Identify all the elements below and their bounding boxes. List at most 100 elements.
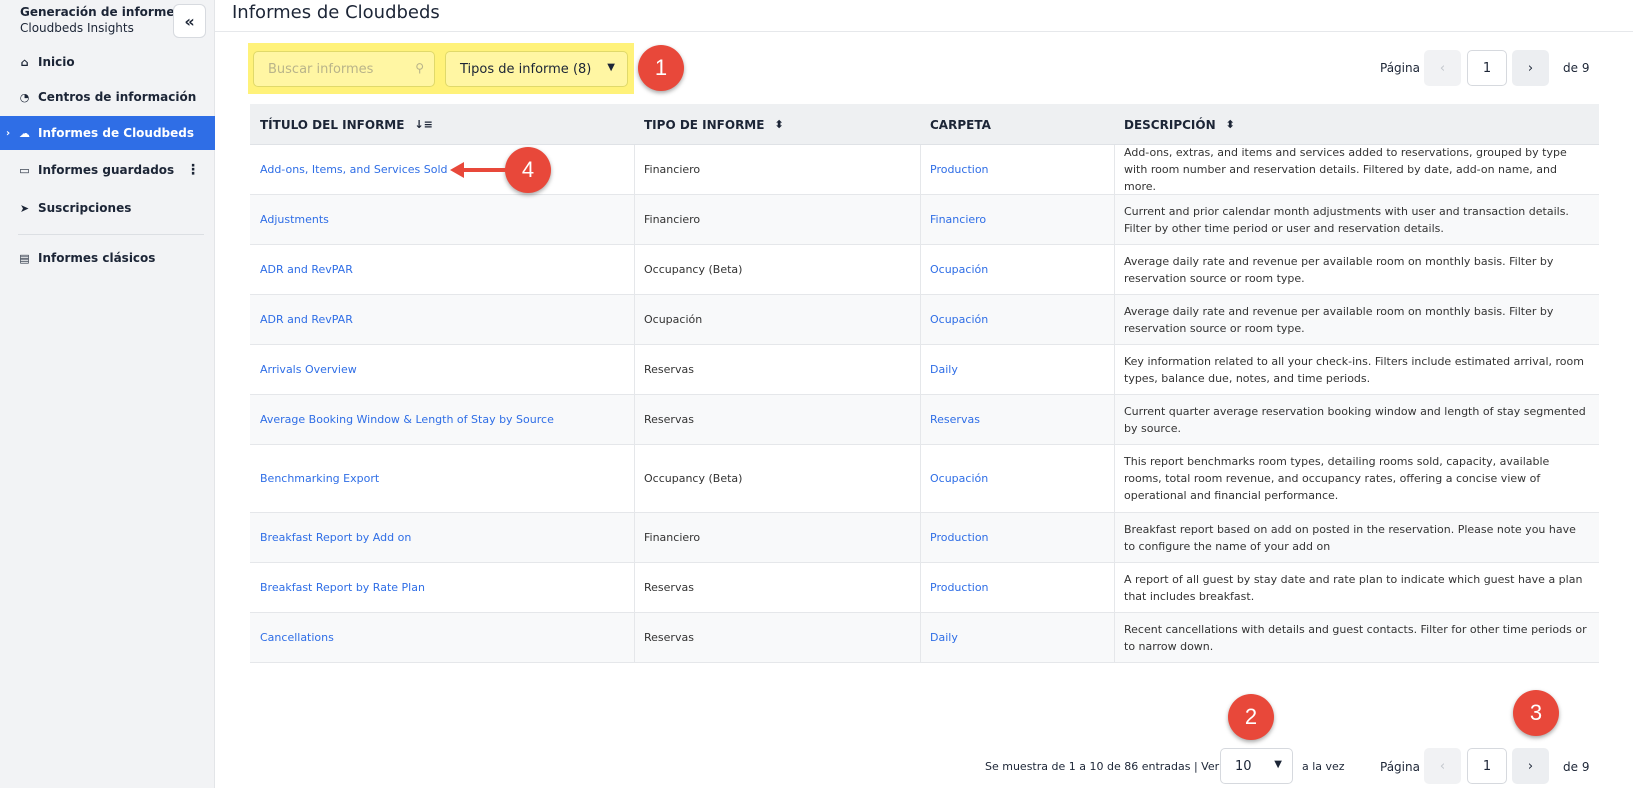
- search-input[interactable]: Buscar informes ⚲: [253, 51, 435, 87]
- report-types-dropdown[interactable]: Tipos de informe (8) ▼: [445, 51, 628, 87]
- search-icon: ⚲: [415, 61, 424, 75]
- report-title-link[interactable]: Cancellations: [250, 613, 634, 662]
- report-description: Average daily rate and revenue per avail…: [1124, 304, 1554, 335]
- kebab-menu-icon[interactable]: ⋮: [186, 162, 200, 178]
- sidebar-item-clasicos[interactable]: ▤ Informes clásicos: [0, 241, 215, 275]
- report-title-link[interactable]: Add-ons, Items, and Services Sold: [250, 145, 634, 194]
- sort-descending-icon[interactable]: ↓≡: [414, 118, 432, 131]
- column-header-title[interactable]: TÍTULO DEL INFORME ↓≡: [250, 104, 634, 145]
- entries-summary: Se muestra de 1 a 10 de 86 entradas | Ve…: [985, 760, 1220, 773]
- search-placeholder: Buscar informes: [268, 61, 374, 77]
- prev-page-button[interactable]: ‹: [1424, 748, 1461, 784]
- report-folder-link[interactable]: Reservas: [920, 395, 1114, 444]
- report-description: Current quarter average reservation book…: [1124, 404, 1586, 435]
- table-row[interactable]: Benchmarking Export Occupancy (Beta) Ocupa…: [250, 445, 1599, 513]
- report-folder-link[interactable]: Ocupación: [920, 245, 1114, 294]
- page-label: Página: [1380, 760, 1420, 774]
- report-type: Reservas: [644, 413, 694, 426]
- chevron-right-icon: ›: [1527, 758, 1534, 774]
- report-folder-link[interactable]: Production: [920, 513, 1114, 562]
- sidebar-item-suscripciones[interactable]: ➤ Suscripciones: [0, 191, 215, 225]
- sidebar-item-centros[interactable]: ◔ Centros de información: [0, 80, 215, 114]
- chevron-down-icon: ▼: [1274, 759, 1282, 770]
- column-header-type[interactable]: TIPO DE INFORME ⬍: [634, 104, 920, 145]
- dashboard-icon: ◔: [19, 90, 30, 104]
- sidebar-item-guardados[interactable]: ▭ Informes guardados ⋮: [0, 153, 215, 187]
- prev-page-button[interactable]: ‹: [1424, 50, 1461, 86]
- next-page-button[interactable]: ›: [1512, 748, 1549, 784]
- report-title-link[interactable]: Average Booking Window & Length of Stay …: [250, 395, 634, 444]
- sort-icon[interactable]: ⬍: [1226, 118, 1235, 131]
- collapse-sidebar-button[interactable]: «: [173, 4, 206, 38]
- report-folder-link[interactable]: Production: [920, 563, 1114, 612]
- table-row[interactable]: ADR and RevPAR Occupancy (Beta) Ocupación A…: [250, 245, 1599, 295]
- marker-3: 3: [1513, 690, 1559, 736]
- cloud-icon: ☁: [19, 126, 30, 140]
- report-folder-link[interactable]: Production: [920, 145, 1114, 194]
- total-pages-label: de 9: [1563, 760, 1590, 774]
- table-row[interactable]: Average Booking Window & Length of Stay …: [250, 395, 1599, 445]
- table-row[interactable]: Arrivals Overview Reservas Daily Key inform…: [250, 345, 1599, 395]
- page-number-input[interactable]: 1: [1467, 748, 1507, 784]
- report-description: This report benchmarks room types, detai…: [1124, 455, 1550, 502]
- report-folder-link[interactable]: Ocupación: [920, 445, 1114, 512]
- home-icon: ⌂: [20, 55, 29, 69]
- report-type: Reservas: [644, 631, 694, 644]
- reports-table: TÍTULO DEL INFORME ↓≡ TIPO DE INFORME ⬍ …: [250, 104, 1599, 663]
- arrow-left-icon: [450, 162, 508, 178]
- table-row[interactable]: Adjustments Financiero Financiero Current a…: [250, 195, 1599, 245]
- report-type: Financiero: [644, 531, 701, 544]
- report-title-link[interactable]: Breakfast Report by Rate Plan: [250, 563, 634, 612]
- archive-icon: ▤: [19, 251, 30, 265]
- per-page-value: 10: [1235, 758, 1252, 774]
- table-row[interactable]: Breakfast Report by Rate Plan Reservas Pro…: [250, 563, 1599, 613]
- sidebar: Generación de informes Cloudbeds Insight…: [0, 0, 215, 788]
- table-row[interactable]: Cancellations Reservas Daily Recent cancell…: [250, 613, 1599, 663]
- table-row[interactable]: ADR and RevPAR Ocupación Ocupación Average …: [250, 295, 1599, 345]
- sidebar-item-label: Informes guardados: [38, 163, 175, 177]
- sidebar-item-inicio[interactable]: ⌂ Inicio: [0, 45, 215, 79]
- total-pages-label: de 9: [1563, 61, 1590, 75]
- chevron-down-icon: ▼: [607, 62, 615, 73]
- report-folder-link[interactable]: Daily: [920, 613, 1114, 662]
- report-title-link[interactable]: ADR and RevPAR: [250, 295, 634, 344]
- marker-4: 4: [505, 147, 551, 193]
- report-type: Ocupación: [644, 313, 703, 326]
- report-type: Reservas: [644, 363, 694, 376]
- report-title-link[interactable]: Arrivals Overview: [250, 345, 634, 394]
- report-title-link[interactable]: Breakfast Report by Add on: [250, 513, 634, 562]
- sidebar-item-label: Inicio: [38, 55, 75, 69]
- per-page-suffix: a la vez: [1302, 760, 1345, 773]
- report-description: Recent cancellations with details and gu…: [1124, 622, 1587, 653]
- app-window: Generación de informes Cloudbeds Insight…: [0, 0, 1633, 788]
- report-types-label: Tipos de informe (8): [460, 61, 592, 77]
- sidebar-header: Generación de informes Cloudbeds Insight…: [20, 4, 182, 36]
- report-folder-link[interactable]: Daily: [920, 345, 1114, 394]
- sort-icon[interactable]: ⬍: [774, 118, 783, 131]
- saved-icon: ▭: [19, 163, 30, 177]
- report-folder-link[interactable]: Ocupación: [920, 295, 1114, 344]
- chevron-left-icon: ‹: [1439, 60, 1446, 76]
- per-page-select[interactable]: 10 ▼: [1220, 748, 1293, 784]
- sidebar-divider: [18, 234, 204, 235]
- page-number-input[interactable]: 1: [1467, 50, 1507, 86]
- table-row[interactable]: Breakfast Report by Add on Financiero Prod…: [250, 513, 1599, 563]
- report-description: A report of all guest by stay date and r…: [1124, 572, 1583, 603]
- sidebar-title: Generación de informes: [20, 5, 182, 19]
- report-title-link[interactable]: ADR and RevPAR: [250, 245, 634, 294]
- table-header: TÍTULO DEL INFORME ↓≡ TIPO DE INFORME ⬍ …: [250, 104, 1599, 145]
- column-header-description[interactable]: DESCRIPCIÓN ⬍: [1114, 104, 1599, 145]
- report-description: Key information related to all your chec…: [1124, 354, 1584, 385]
- table-body: Add-ons, Items, and Services Sold Financi…: [250, 145, 1599, 663]
- sidebar-item-label: Suscripciones: [38, 201, 132, 215]
- marker-1: 1: [638, 45, 684, 91]
- column-header-folder: CARPETA: [930, 117, 991, 132]
- sidebar-item-informes-cloudbeds[interactable]: › ☁ Informes de Cloudbeds: [0, 116, 215, 150]
- report-title-link[interactable]: Adjustments: [250, 195, 634, 244]
- sidebar-item-label: Informes de Cloudbeds: [38, 126, 195, 140]
- report-folder-link[interactable]: Financiero: [920, 195, 1114, 244]
- report-type: Occupancy (Beta): [644, 263, 743, 276]
- next-page-button[interactable]: ›: [1512, 50, 1549, 86]
- sidebar-item-label: Centros de información: [38, 90, 197, 104]
- report-title-link[interactable]: Benchmarking Export: [250, 445, 634, 512]
